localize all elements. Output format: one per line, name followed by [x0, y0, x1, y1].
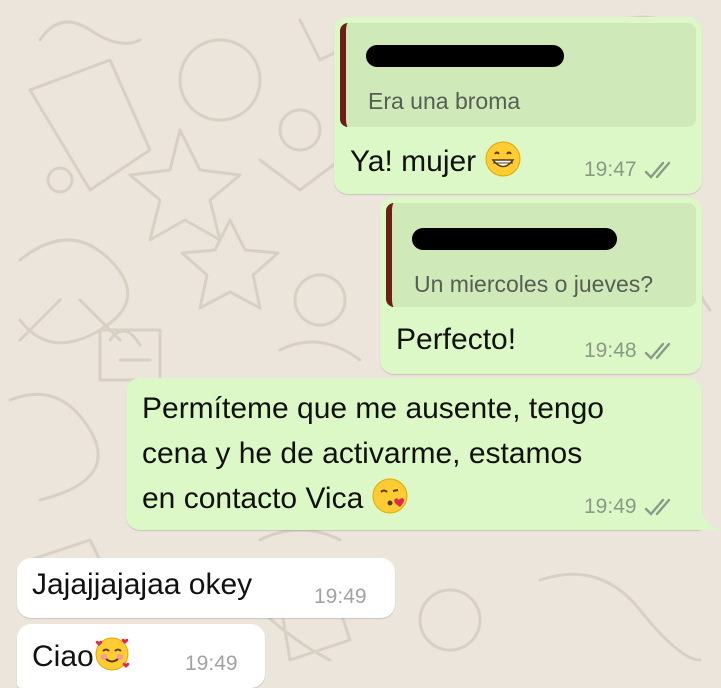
incoming-message-bubble[interactable]: Jajajjajajaa okey 19:49 — [17, 558, 395, 618]
message-time: 19:49 — [584, 495, 637, 518]
outgoing-message-bubble[interactable]: Era una broma Ya! mujer 19:47 — [334, 17, 702, 194]
quoted-message[interactable]: Era una broma — [340, 23, 696, 127]
double-check-icon — [644, 161, 670, 179]
outgoing-message-bubble[interactable]: Un miercoles o jueves? Perfecto! 19:48 — [380, 197, 702, 374]
double-check-icon — [644, 498, 670, 516]
redacted-sender-name — [412, 228, 617, 250]
message-time: 19:47 — [584, 158, 637, 181]
message-time: 19:48 — [584, 339, 637, 362]
quoted-message[interactable]: Un miercoles o jueves? — [386, 203, 696, 307]
bubble-tail — [700, 509, 720, 530]
message-time: 19:49 — [185, 652, 238, 675]
face-blowing-kiss-icon — [372, 478, 408, 514]
message-text: Jajajjajajaa okey — [32, 568, 253, 601]
message-time: 19:49 — [314, 585, 367, 608]
message-text: Ya! mujer — [350, 141, 521, 179]
smiling-face-with-hearts-icon — [95, 637, 129, 671]
message-meta: 19:48 — [584, 339, 677, 363]
grinning-face-icon — [485, 141, 520, 177]
quoted-message-text: Era una broma — [368, 88, 521, 114]
message-meta: 19:47 — [584, 158, 677, 182]
redacted-sender-name — [366, 45, 564, 67]
message-meta: 19:49 — [584, 495, 677, 519]
message-text: Perfecto! — [396, 323, 517, 356]
double-check-icon — [644, 342, 670, 360]
outgoing-message-bubble[interactable]: Permíteme que me ausente, tengo cena y h… — [126, 378, 702, 530]
incoming-message-bubble[interactable]: Ciao 19:49 — [17, 624, 265, 688]
quoted-message-text: Un miercoles o jueves? — [414, 271, 654, 297]
message-text: Ciao — [32, 636, 130, 674]
